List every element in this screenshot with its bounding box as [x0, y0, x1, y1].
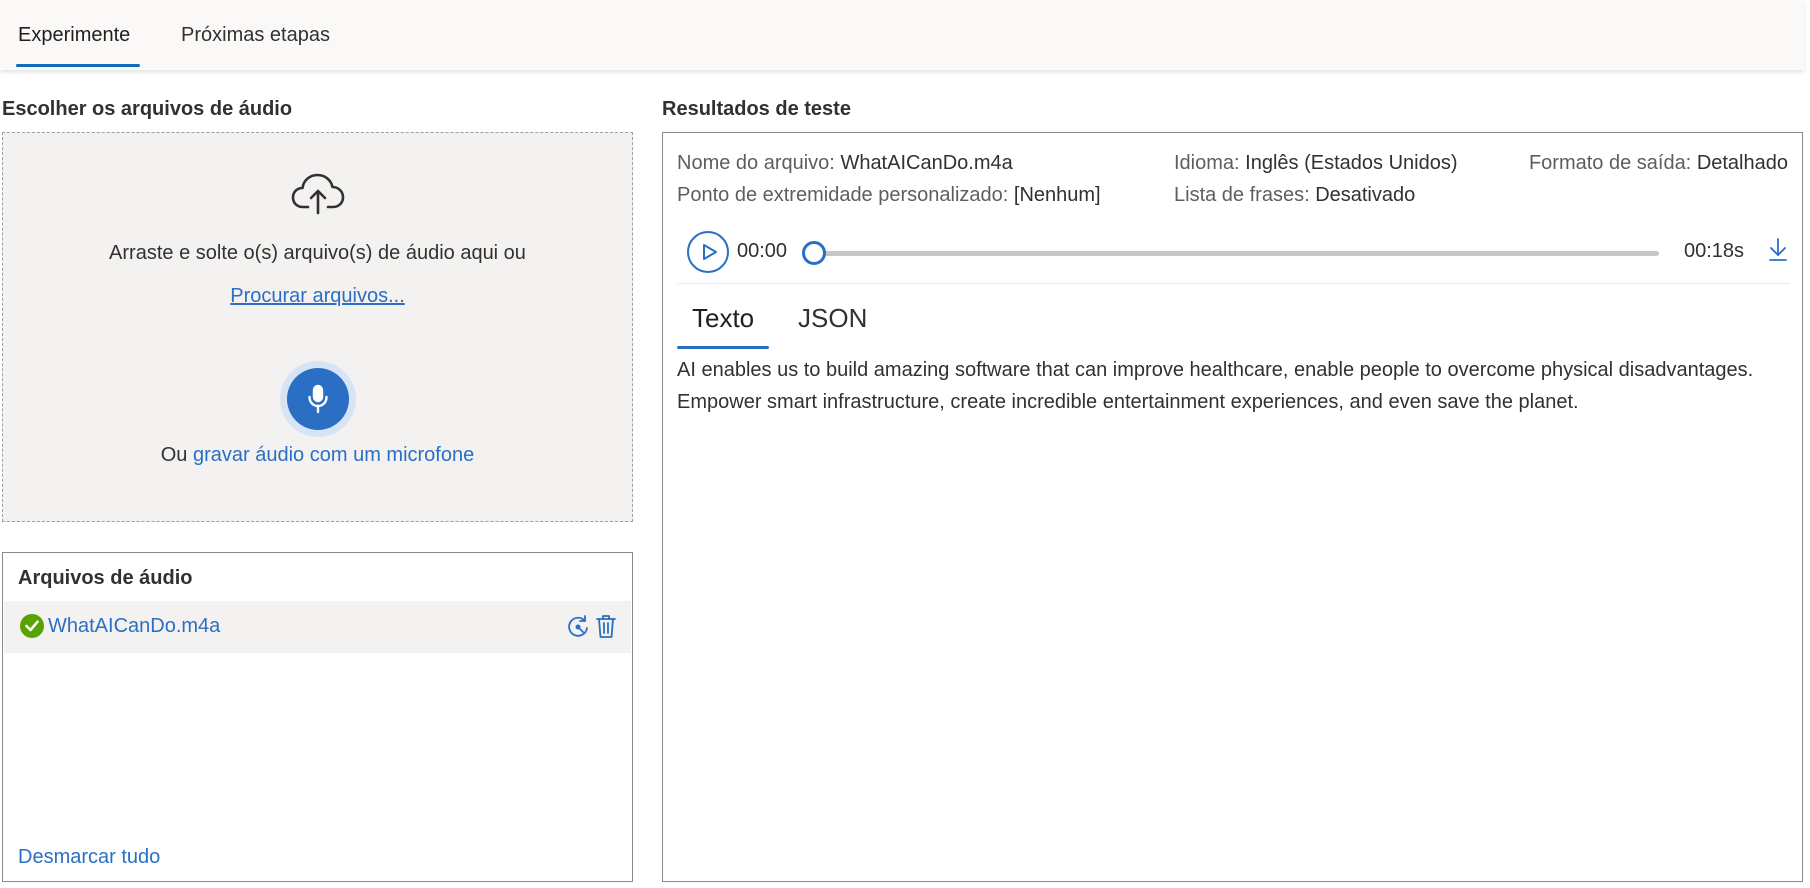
seek-slider-thumb[interactable]: [802, 241, 826, 265]
play-button[interactable]: [687, 231, 729, 273]
microphone-button-halo: [280, 361, 356, 437]
cloud-upload-icon: [291, 173, 345, 215]
microphone-icon: [308, 384, 328, 414]
selected-tab-indicator: [16, 64, 140, 67]
meta-phrase-list: Lista de frases: Desativado: [1174, 184, 1415, 207]
meta-format-label: Formato de saída:: [1528, 152, 1692, 174]
checkmark-icon: [20, 614, 44, 638]
record-audio-line: Ou gravar áudio com um microfone: [3, 444, 632, 467]
or-text: Ou: [160, 444, 193, 466]
record-microphone-button[interactable]: [287, 368, 349, 430]
total-time: 00:18s: [1684, 240, 1745, 262]
tab-experimente[interactable]: Experimente: [18, 24, 130, 47]
meta-file-label: Nome do arquivo:: [677, 152, 835, 174]
seek-track[interactable]: [814, 251, 1659, 256]
audio-files-panel: Arquivos de áudio WhatAICanDo.m4a Desmar…: [2, 552, 633, 882]
current-time: 00:00: [737, 240, 788, 262]
unselect-all-link[interactable]: Desmarcar tudo: [18, 846, 160, 869]
download-icon[interactable]: [1767, 237, 1789, 263]
tab-proximas-etapas[interactable]: Próximas etapas: [181, 24, 330, 47]
divider: [677, 283, 1790, 284]
browse-files-wrapper: Procurar arquivos...: [3, 285, 632, 308]
meta-file-name: Nome do arquivo: WhatAICanDo.m4a: [677, 152, 1013, 175]
meta-endpoint-value: [Nenhum]: [1013, 184, 1101, 206]
audio-files-title: Arquivos de áudio: [18, 567, 193, 589]
meta-language: Idioma: Inglês (Estados Unidos): [1174, 152, 1457, 175]
file-name-link[interactable]: WhatAICanDo.m4a: [48, 615, 220, 638]
test-results-title: Resultados de teste: [662, 98, 851, 120]
meta-file-value: WhatAICanDo.m4a: [840, 152, 1013, 174]
meta-custom-endpoint: Ponto de extremidade personalizado: [Nen…: [677, 184, 1101, 207]
choose-audio-title: Escolher os arquivos de áudio: [2, 98, 293, 120]
meta-phrase-value: Desativado: [1315, 184, 1416, 206]
meta-language-value: Inglês (Estados Unidos): [1245, 152, 1458, 174]
top-tab-bar: Experimente Próximas etapas: [0, 0, 1804, 70]
transcript-text: AI enables us to build amazing software …: [677, 359, 1754, 413]
test-results-panel: Nome do arquivo: WhatAICanDo.m4a Idioma:…: [662, 132, 1803, 882]
meta-endpoint-label: Ponto de extremidade personalizado:: [677, 184, 1009, 206]
browse-files-link[interactable]: Procurar arquivos...: [230, 285, 405, 307]
tab-json[interactable]: JSON: [798, 303, 867, 334]
dropzone-instructions: Arraste e solte o(s) arquivo(s) de áudio…: [109, 242, 526, 264]
list-item[interactable]: WhatAICanDo.m4a: [4, 601, 631, 653]
audio-player: 00:00 00:18s: [677, 225, 1790, 281]
trash-icon[interactable]: [594, 613, 618, 639]
audio-dropzone[interactable]: Arraste e solte o(s) arquivo(s) de áudio…: [2, 132, 633, 522]
meta-format-value: Detalhado: [1696, 152, 1788, 174]
meta-output-format: Formato de saída: Detalhado: [1529, 152, 1788, 175]
record-audio-link[interactable]: gravar áudio com um microfone: [193, 444, 474, 466]
selected-result-tab-indicator: [677, 346, 769, 349]
meta-phrase-label: Lista de frases:: [1174, 184, 1310, 206]
tab-texto[interactable]: Texto: [692, 303, 754, 334]
reprocess-icon[interactable]: [566, 613, 590, 639]
play-icon: [703, 244, 717, 260]
meta-language-label: Idioma:: [1174, 152, 1240, 174]
